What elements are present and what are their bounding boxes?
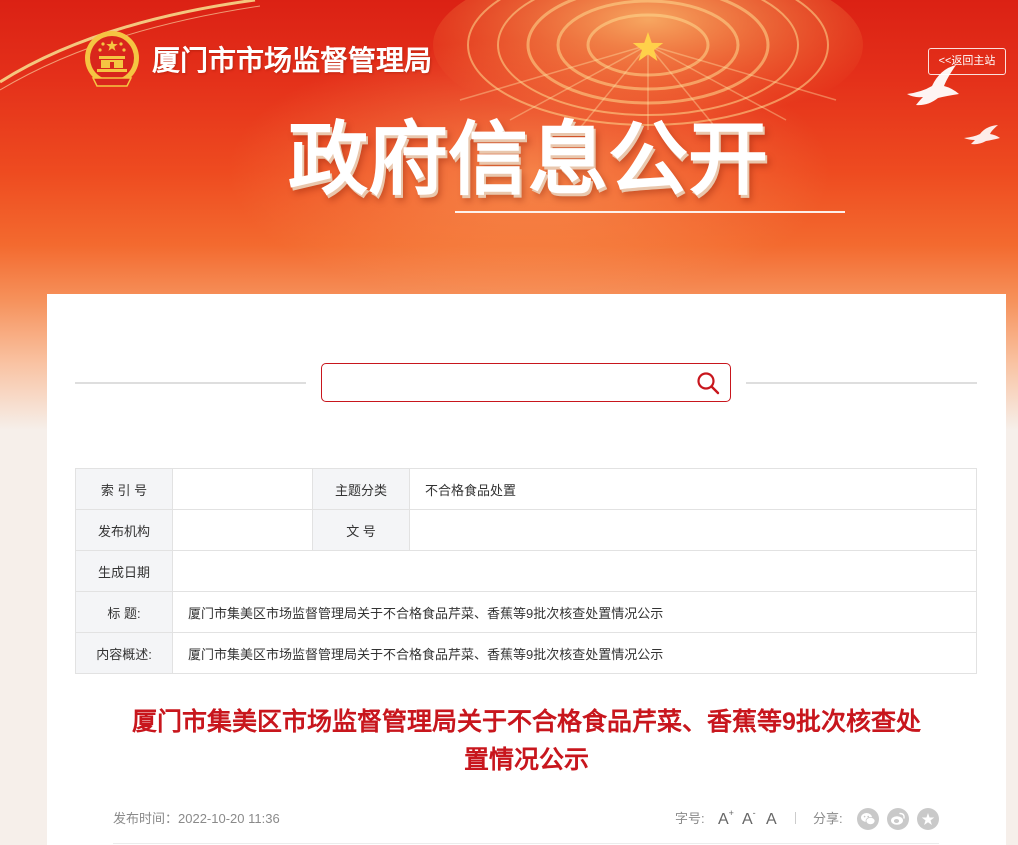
category-value: 不合格食品处置 bbox=[409, 468, 977, 510]
search-divider-left bbox=[75, 382, 306, 384]
font-size-increase-button[interactable]: A+ bbox=[718, 806, 734, 834]
search-icon[interactable] bbox=[696, 371, 720, 395]
table-row: 标 题: 厦门市集美区市场监督管理局关于不合格食品芹菜、香蕉等9批次核查处置情况… bbox=[75, 591, 977, 633]
summary-value: 厦门市集美区市场监督管理局关于不合格食品芹菜、香蕉等9批次核查处置情况公示 bbox=[172, 632, 977, 674]
share-wechat-button[interactable] bbox=[857, 808, 879, 830]
publish-time-label: 发布时间： bbox=[113, 811, 179, 826]
table-row: 发布机构 文 号 bbox=[75, 509, 977, 551]
sun-rays-decoration bbox=[433, 0, 863, 130]
table-row: 内容概述: 厦门市集美区市场监督管理局关于不合格食品芹菜、香蕉等9批次核查处置情… bbox=[75, 632, 977, 674]
table-row: 生成日期 bbox=[75, 550, 977, 592]
index-number-label: 索 引 号 bbox=[75, 468, 173, 510]
summary-label: 内容概述: bbox=[75, 632, 173, 674]
weibo-icon bbox=[891, 812, 905, 825]
generated-date-value bbox=[172, 550, 977, 592]
font-size-label: 字号: bbox=[675, 811, 705, 826]
font-size-decrease-button[interactable]: A- bbox=[742, 806, 756, 834]
publish-time-value: 2022-10-20 11:36 bbox=[178, 811, 280, 826]
meta-separator bbox=[795, 812, 796, 824]
publisher-value bbox=[172, 509, 313, 551]
national-emblem-icon bbox=[85, 31, 139, 87]
document-number-label: 文 号 bbox=[312, 509, 410, 551]
title-value: 厦门市集美区市场监督管理局关于不合格食品芹菜、香蕉等9批次核查处置情况公示 bbox=[172, 591, 977, 633]
article-title-block: 厦门市集美区市场监督管理局关于不合格食品芹菜、香蕉等9批次核查处置情况公示 bbox=[47, 703, 1006, 779]
share-label: 分享: bbox=[813, 811, 843, 826]
banner-underline bbox=[455, 211, 845, 213]
font-size-option-text: A bbox=[742, 811, 753, 828]
wechat-icon bbox=[861, 813, 876, 825]
title-label: 标 题: bbox=[75, 591, 173, 633]
site-title: 厦门市市场监督管理局 bbox=[152, 45, 433, 76]
publisher-label: 发布机构 bbox=[75, 509, 173, 551]
table-row: 索 引 号 主题分类 不合格食品处置 bbox=[75, 468, 977, 510]
share-weibo-button[interactable] bbox=[887, 808, 909, 830]
document-number-value bbox=[409, 509, 977, 551]
search-box bbox=[321, 363, 731, 402]
favorite-icon bbox=[921, 813, 935, 825]
font-size-option-mark: + bbox=[728, 807, 734, 818]
index-number-value bbox=[172, 468, 313, 510]
dove-icon bbox=[907, 65, 959, 106]
search-divider-right bbox=[746, 382, 977, 384]
font-size-option-text: A bbox=[718, 811, 729, 828]
search-input[interactable] bbox=[332, 364, 682, 401]
content-panel: 索 引 号 主题分类 不合格食品处置 发布机构 文 号 生成日期 标 题: 厦门… bbox=[47, 294, 1006, 845]
publish-time: 发布时间：2022-10-20 11:36 bbox=[113, 806, 280, 832]
generated-date-label: 生成日期 bbox=[75, 550, 173, 592]
font-size-option-mark: - bbox=[752, 807, 756, 818]
meta-divider bbox=[113, 843, 939, 844]
dove-icon bbox=[964, 125, 1000, 145]
favorite-button[interactable] bbox=[917, 808, 939, 830]
banner-title: 政府信息公开 bbox=[288, 115, 768, 204]
font-size-option-text: A bbox=[766, 811, 777, 828]
font-size-default-button[interactable]: A bbox=[766, 806, 777, 834]
article-title: 厦门市集美区市场监督管理局关于不合格食品芹菜、香蕉等9批次核查处置情况公示 bbox=[132, 708, 921, 774]
category-label: 主题分类 bbox=[312, 468, 410, 510]
info-table: 索 引 号 主题分类 不合格食品处置 发布机构 文 号 生成日期 标 题: 厦门… bbox=[75, 468, 977, 674]
